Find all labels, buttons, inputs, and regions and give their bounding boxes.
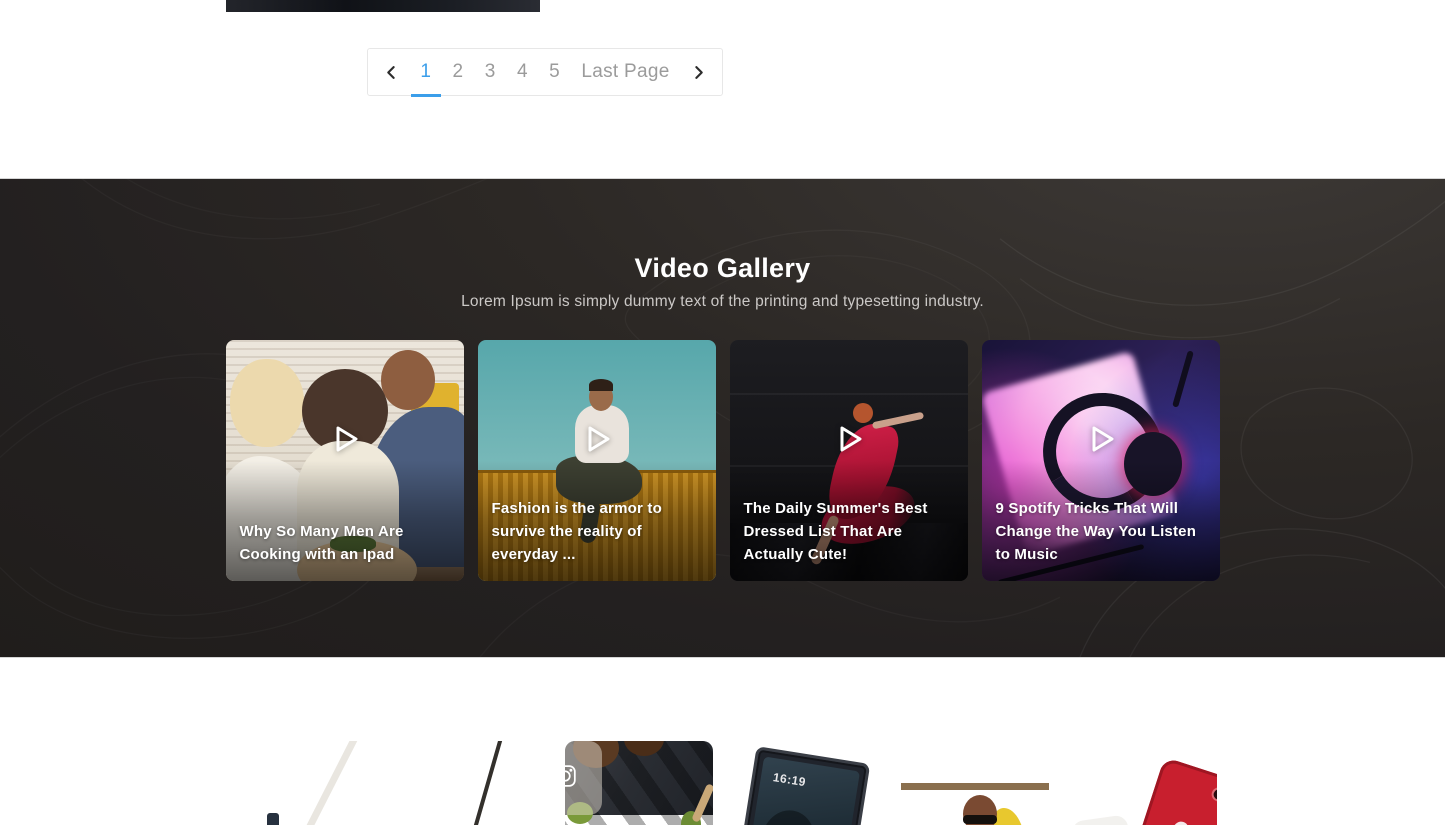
video-title[interactable]: The Daily Summer's Best Dressed List Tha… xyxy=(730,497,968,581)
instagram-item-santorini[interactable] xyxy=(397,741,545,825)
thumbnail-art xyxy=(267,813,279,825)
thumbnail-art xyxy=(757,806,820,825)
play-icon[interactable] xyxy=(575,417,619,461)
instagram-image-food-flatlay xyxy=(565,741,713,815)
pagination-page-2[interactable]: 2 xyxy=(453,48,464,96)
video-gallery-subtitle: Lorem Ipsum is simply dummy text of the … xyxy=(0,293,1445,311)
cropped-article-thumbnail[interactable] xyxy=(226,0,540,12)
thumbnail-art xyxy=(1071,814,1133,825)
video-card-family-cooking[interactable]: Why So Many Men Are Cooking with an Ipad xyxy=(226,340,464,581)
play-icon[interactable] xyxy=(1079,417,1123,461)
pagination-page-1[interactable]: 1 xyxy=(420,48,431,96)
instagram-item-woman[interactable] xyxy=(901,741,1049,825)
pagination: 1 2 3 4 5 Last Page xyxy=(367,48,723,96)
instagram-icon xyxy=(565,764,577,793)
instagram-item-iphone[interactable] xyxy=(1069,741,1217,825)
thumbnail-art: 16:19 xyxy=(733,746,872,825)
video-cards-row: Why So Many Men Are Cooking with an Ipad… xyxy=(226,340,1220,581)
thumbnail-art xyxy=(1210,785,1216,803)
pagination-page-5[interactable]: 5 xyxy=(549,48,560,96)
video-card-spotify-tricks[interactable]: 9 Spotify Tricks That Will Change the Wa… xyxy=(982,340,1220,581)
instagram-hover-overlay xyxy=(565,741,602,815)
chevron-right-icon[interactable] xyxy=(691,65,706,80)
chevron-left-icon[interactable] xyxy=(384,65,399,80)
instagram-gallery-row: 16:19 xyxy=(229,741,1217,825)
apple-logo xyxy=(1171,819,1192,825)
instagram-item-tablet[interactable]: 16:19 xyxy=(733,741,881,825)
video-card-fashion[interactable]: Fashion is the armor to survive the real… xyxy=(478,340,716,581)
thumbnail-art xyxy=(901,783,1049,790)
video-title[interactable]: Fashion is the armor to survive the real… xyxy=(478,497,716,581)
active-page-underline xyxy=(411,94,441,97)
play-icon[interactable] xyxy=(323,417,367,461)
instagram-item-food[interactable] xyxy=(565,741,713,825)
video-title[interactable]: 9 Spotify Tricks That Will Change the Wa… xyxy=(982,497,1220,581)
pagination-page-1-label: 1 xyxy=(420,61,431,82)
thumbnail-art: 16:19 xyxy=(737,756,860,825)
thumbnail-art xyxy=(1128,757,1217,825)
pagination-page-4[interactable]: 4 xyxy=(517,48,528,96)
video-card-best-dressed[interactable]: The Daily Summer's Best Dressed List Tha… xyxy=(730,340,968,581)
pagination-last-page[interactable]: Last Page xyxy=(581,61,669,83)
play-icon[interactable] xyxy=(827,417,871,461)
instagram-item-tennis[interactable] xyxy=(229,741,377,825)
pagination-page-3[interactable]: 3 xyxy=(485,48,496,96)
thumbnail-art xyxy=(963,815,997,824)
tablet-clock-text: 16:19 xyxy=(772,770,807,789)
thumbnail-art xyxy=(463,741,507,825)
video-title[interactable]: Why So Many Men Are Cooking with an Ipad xyxy=(226,520,464,581)
video-gallery-title: Video Gallery xyxy=(0,253,1445,284)
video-gallery-section: Video Gallery Lorem Ipsum is simply dumm… xyxy=(0,178,1445,658)
